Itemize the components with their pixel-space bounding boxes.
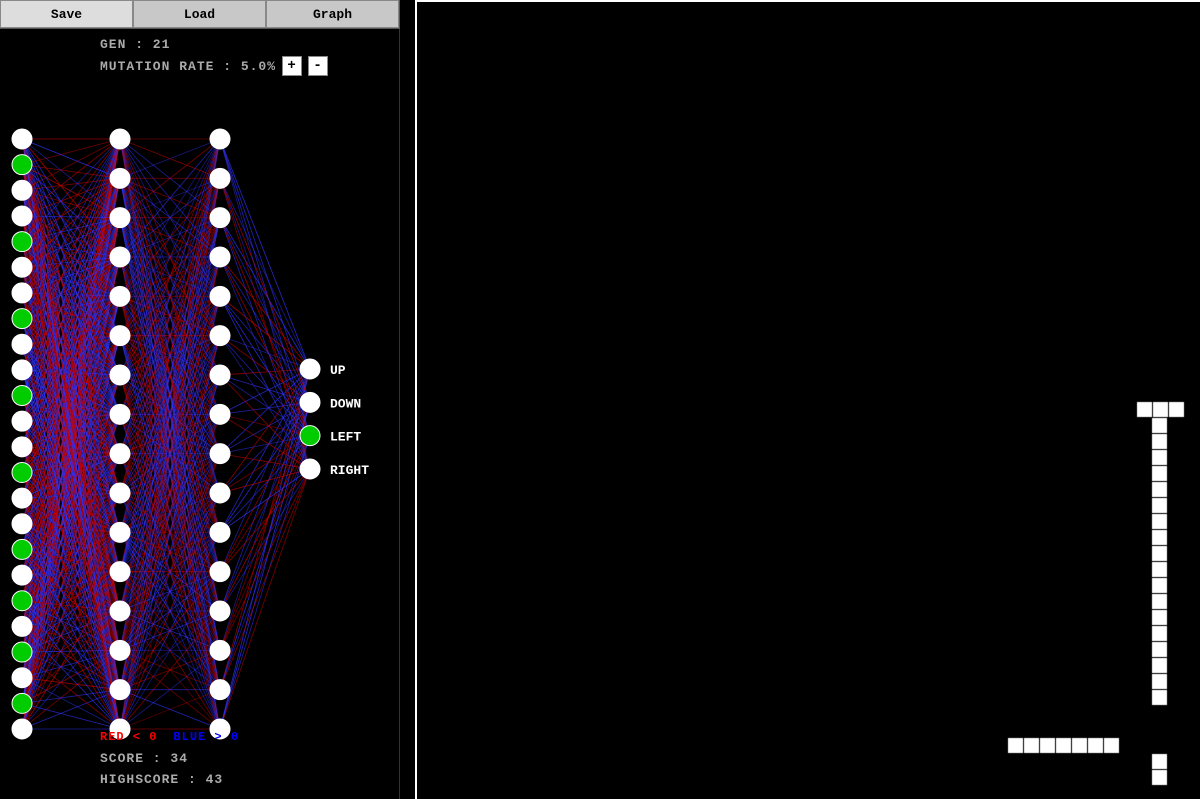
mutation-plus-button[interactable]: + xyxy=(282,56,302,76)
mutation-row: MUTATION RATE : 5.0% + - xyxy=(100,56,328,76)
highscore-label: HIGHSCORE : 43 xyxy=(100,770,223,791)
toolbar: Save Load Graph xyxy=(0,0,400,29)
score-label: SCORE : 34 xyxy=(100,749,223,770)
load-button[interactable]: Load xyxy=(133,0,266,28)
legend: RED < 0 BLUE > 0 xyxy=(100,730,239,744)
svg-text:LEFT: LEFT xyxy=(330,430,361,445)
red-legend: RED < 0 xyxy=(100,730,157,744)
svg-text:RIGHT: RIGHT xyxy=(330,463,369,478)
game-canvas xyxy=(417,2,1200,799)
neural-network-viz: UP DOWN LEFT RIGHT xyxy=(0,29,400,799)
graph-button[interactable]: Graph xyxy=(266,0,399,28)
mutation-minus-button[interactable]: - xyxy=(308,56,328,76)
svg-text:UP: UP xyxy=(330,363,346,378)
gen-label: GEN : 21 xyxy=(100,37,328,52)
score-area: SCORE : 34 HIGHSCORE : 43 xyxy=(100,749,223,791)
left-panel: UP DOWN LEFT RIGHT GEN : 21 MUTATION RATE :… xyxy=(0,29,400,799)
game-area xyxy=(415,0,1200,799)
blue-legend: BLUE > 0 xyxy=(173,730,239,744)
mutation-label: MUTATION RATE : 5.0% xyxy=(100,59,276,74)
info-area: GEN : 21 MUTATION RATE : 5.0% + - xyxy=(100,37,328,76)
svg-text:DOWN: DOWN xyxy=(330,396,361,411)
save-button[interactable]: Save xyxy=(0,0,133,28)
